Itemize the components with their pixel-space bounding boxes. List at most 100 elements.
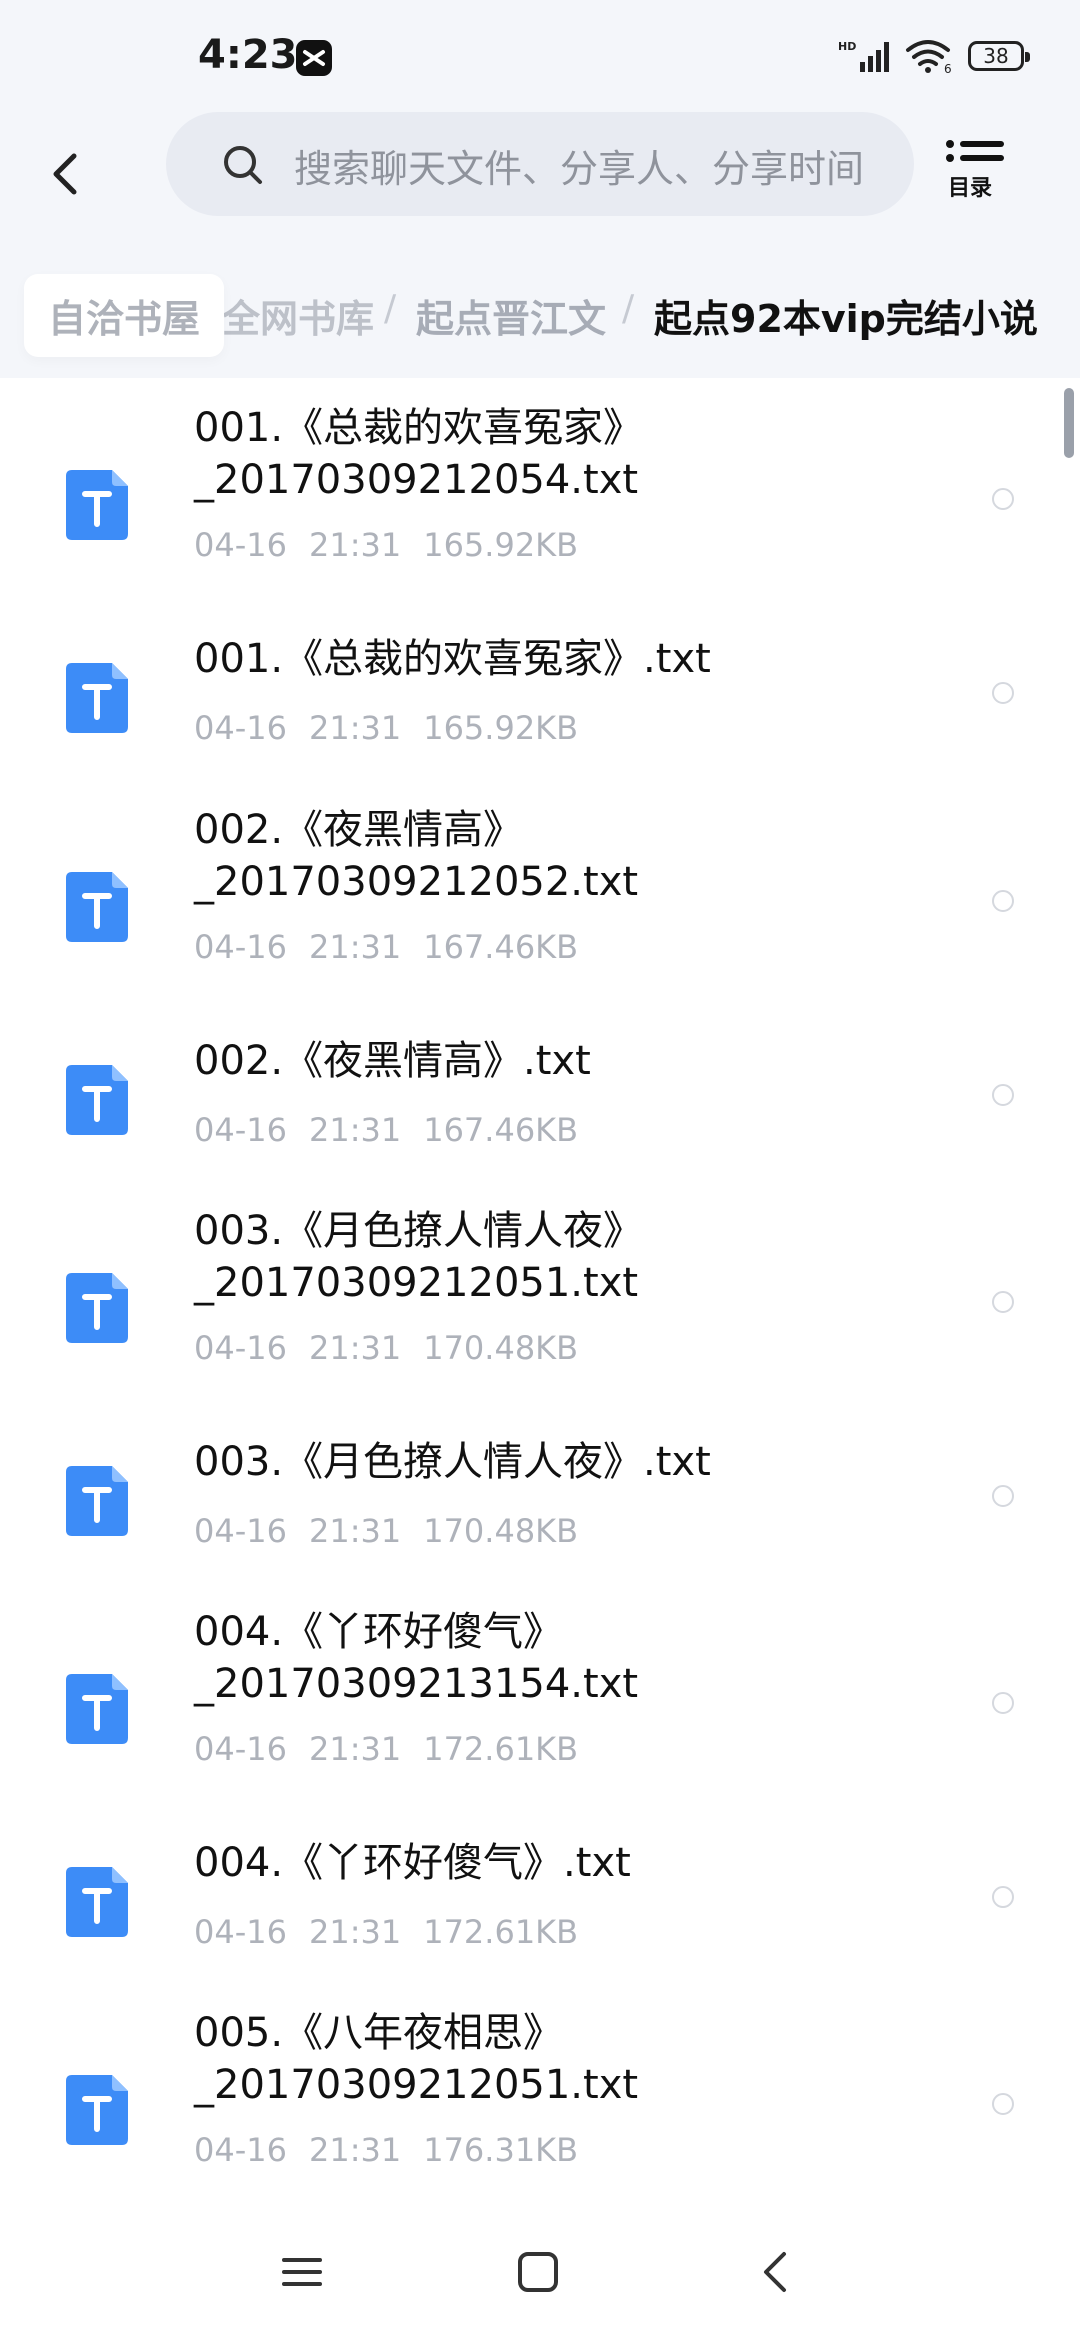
capcut-icon [296, 40, 332, 76]
txt-file-icon [66, 2075, 128, 2145]
txt-file-icon [66, 1674, 128, 1744]
file-time: 21:31 [308, 1111, 402, 1149]
select-checkbox[interactable] [992, 1692, 1014, 1714]
file-size: 170.48KB [423, 1512, 579, 1550]
file-list[interactable]: 001.《总裁的欢喜冤家》 _20170309212054.txt 04-16 21:… [0, 378, 1080, 2200]
status-icons: HD 6 38 [838, 34, 1030, 78]
file-row[interactable]: 002.《夜黑情高》 _20170309212052.txt 04-16 21:31 1… [0, 807, 1080, 1000]
file-name-line-1: 002.《夜黑情高》.txt [194, 1038, 591, 1084]
file-time: 21:31 [308, 928, 402, 966]
network-label: HD [838, 40, 856, 53]
file-meta: 04-16 21:31 165.92KB [194, 526, 600, 564]
file-size: 176.31KB [423, 2131, 579, 2169]
select-checkbox[interactable] [992, 682, 1014, 704]
file-name-line-2: _20170309212052.txt [194, 859, 639, 905]
file-time: 21:31 [308, 709, 402, 747]
txt-file-icon [66, 663, 128, 733]
file-name: 003.《月色撩人情人夜》 _20170309212051.txt [194, 1205, 643, 1309]
back-button[interactable] [44, 144, 84, 204]
file-row[interactable]: 005.《八年夜相思》 _20170309212051.txt 04-16 21:31… [0, 2010, 1080, 2203]
txt-file-icon [66, 1273, 128, 1343]
file-name-line-1: 003.《月色撩人情人夜》 [194, 1208, 644, 1254]
search-input[interactable]: 搜索聊天文件、分享人、分享时间 [166, 112, 914, 216]
file-row[interactable]: 003.《月色撩人情人夜》.txt 04-16 21:31 170.48KB [0, 1411, 1080, 1601]
home-icon [518, 2252, 558, 2292]
file-name-line-2: _20170309212054.txt [194, 457, 639, 503]
file-name-line-1: 001.《总裁的欢喜冤家》.txt [194, 636, 711, 682]
txt-file-icon [66, 1867, 128, 1937]
file-name: 004.《丫环好傻气》.txt [194, 1837, 631, 1889]
file-name: 004.《丫环好傻气》 _20170309213154.txt [194, 1606, 638, 1710]
nav-menu-button[interactable] [278, 2248, 326, 2296]
file-time: 21:31 [308, 2131, 402, 2169]
file-meta: 04-16 21:31 176.31KB [194, 2131, 600, 2169]
header: 搜索聊天文件、分享人、分享时间 目录 [0, 110, 1080, 260]
file-name-line-1: 004.《丫环好傻气》 [194, 1609, 564, 1655]
file-size: 172.61KB [423, 1730, 579, 1768]
file-row[interactable]: 001.《总裁的欢喜冤家》 _20170309212054.txt 04-16 21:… [0, 405, 1080, 598]
file-row[interactable]: 002.《夜黑情高》.txt 04-16 21:31 167.46KB [0, 1010, 1080, 1200]
file-row[interactable]: 004.《丫环好傻气》 _20170309213154.txt 04-16 21:31… [0, 1609, 1080, 1802]
file-size: 170.48KB [423, 1329, 579, 1367]
search-placeholder: 搜索聊天文件、分享人、分享时间 [294, 147, 865, 191]
status-time: 4:23 [198, 32, 298, 78]
txt-file-icon [66, 872, 128, 942]
breadcrumb: 全网书库 / 起点晋江文 / 起点92本vip完结小说 自洽书屋 [0, 260, 1080, 378]
select-checkbox[interactable] [992, 1886, 1014, 1908]
file-size: 165.92KB [423, 526, 579, 564]
select-checkbox[interactable] [992, 1485, 1014, 1507]
file-time: 21:31 [308, 1512, 402, 1550]
file-name: 002.《夜黑情高》 _20170309212052.txt [194, 804, 638, 908]
file-meta: 04-16 21:31 167.46KB [194, 1111, 600, 1149]
file-meta: 04-16 21:31 172.61KB [194, 1730, 600, 1768]
select-checkbox[interactable] [992, 2093, 1014, 2115]
breadcrumb-separator: / [384, 288, 397, 329]
wifi-label: 6 [944, 62, 952, 74]
txt-file-icon [66, 1466, 128, 1536]
file-name-line-1: 005.《八年夜相思》 [194, 2010, 564, 2056]
catalog-label: 目录 [948, 176, 993, 201]
file-date: 04-16 [194, 1913, 287, 1951]
file-size: 165.92KB [423, 709, 579, 747]
file-name: 003.《月色撩人情人夜》.txt [194, 1436, 711, 1488]
file-name-line-1: 003.《月色撩人情人夜》.txt [194, 1439, 711, 1485]
file-date: 04-16 [194, 928, 287, 966]
file-time: 21:31 [308, 526, 402, 564]
breadcrumb-item-category[interactable]: 起点晋江文 [416, 288, 606, 343]
chevron-left-icon [53, 153, 77, 195]
nav-home-button[interactable] [514, 2248, 562, 2296]
file-row[interactable]: 001.《总裁的欢喜冤家》.txt 04-16 21:31 165.92KB [0, 608, 1080, 798]
file-name: 001.《总裁的欢喜冤家》.txt [194, 633, 711, 685]
file-date: 04-16 [194, 2131, 287, 2169]
file-name: 002.《夜黑情高》.txt [194, 1035, 591, 1087]
breadcrumb-item-root[interactable]: 自洽书屋 [24, 274, 225, 357]
txt-file-icon [66, 470, 128, 540]
file-date: 04-16 [194, 1730, 287, 1768]
file-size: 172.61KB [423, 1913, 579, 1951]
select-checkbox[interactable] [992, 1084, 1014, 1106]
file-meta: 04-16 21:31 170.48KB [194, 1329, 600, 1367]
battery-icon: 38 [968, 41, 1030, 71]
search-icon [224, 146, 262, 184]
select-checkbox[interactable] [992, 488, 1014, 510]
select-checkbox[interactable] [992, 1291, 1014, 1313]
nav-back-button[interactable] [752, 2248, 800, 2296]
file-meta: 04-16 21:31 172.61KB [194, 1913, 600, 1951]
file-name-line-2: _20170309213154.txt [194, 1661, 639, 1707]
file-meta: 04-16 21:31 165.92KB [194, 709, 600, 747]
txt-file-icon [66, 1065, 128, 1135]
file-row[interactable]: 004.《丫环好傻气》.txt 04-16 21:31 172.61KB [0, 1812, 1080, 2002]
file-meta: 04-16 21:31 167.46KB [194, 928, 600, 966]
file-size: 167.46KB [423, 928, 579, 966]
breadcrumb-item-library[interactable]: 全网书库 [222, 288, 374, 343]
file-name: 005.《八年夜相思》 _20170309212051.txt [194, 2007, 638, 2111]
file-date: 04-16 [194, 526, 287, 564]
file-size: 167.46KB [423, 1111, 579, 1149]
system-nav-bar [0, 2200, 1080, 2340]
file-time: 21:31 [308, 1329, 402, 1367]
file-name-line-1: 004.《丫环好傻气》.txt [194, 1840, 631, 1886]
file-row[interactable]: 003.《月色撩人情人夜》 _20170309212051.txt 04-16 21:… [0, 1208, 1080, 1401]
back-icon [764, 2252, 786, 2292]
select-checkbox[interactable] [992, 890, 1014, 912]
breadcrumb-item-current: 起点92本vip完结小说 [654, 297, 1038, 341]
